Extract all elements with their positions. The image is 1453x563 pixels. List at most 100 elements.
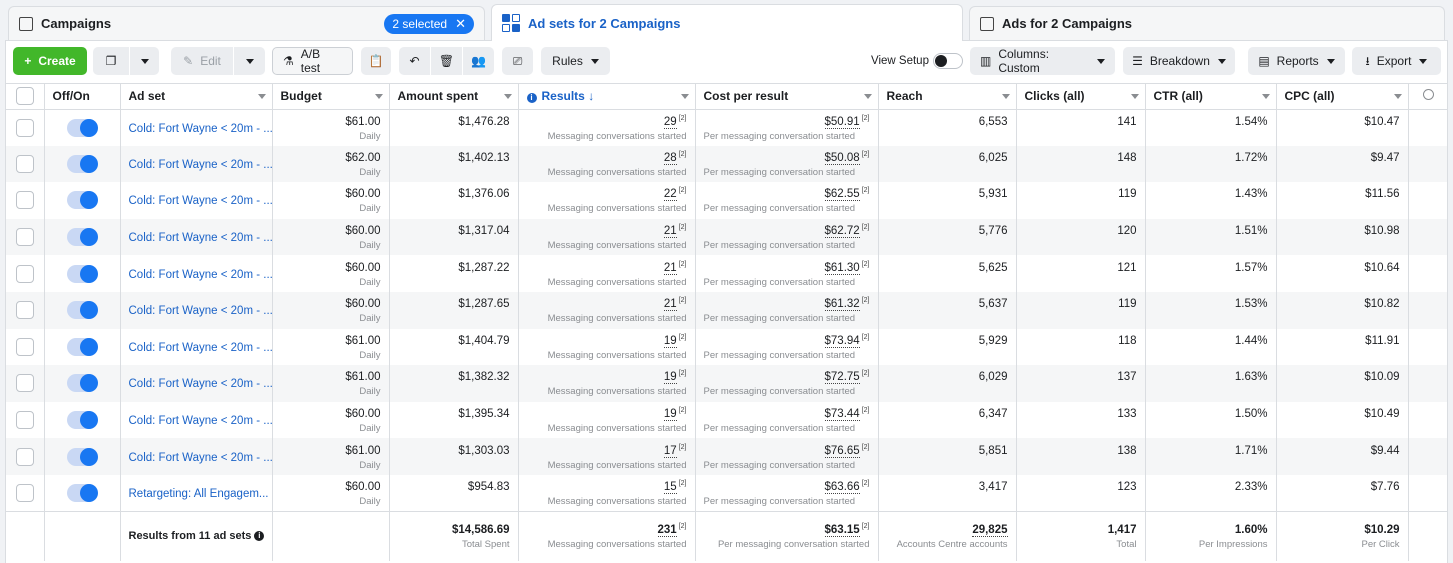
adset-name-link[interactable]: Cold: Fort Wayne < 20m - ... [129,269,273,281]
adset-name-link[interactable]: Cold: Fort Wayne < 20m - ... [129,195,273,207]
table-row[interactable]: Cold: Fort Wayne < 20m - ... $60.00 Daily $… [6,255,1447,292]
col-header-reach[interactable]: Reach [878,84,1017,110]
col-header-amount-spent[interactable]: Amount spent [389,84,519,110]
row-toggle-cell[interactable] [44,109,121,146]
row-select-cell[interactable] [6,255,45,292]
budget-cell[interactable]: $60.00 Daily [272,474,390,512]
adset-on-off-toggle[interactable] [67,447,98,466]
adset-name-link[interactable]: Cold: Fort Wayne < 20m - ... [129,123,273,135]
row-toggle-cell[interactable] [44,182,121,219]
row-select-cell[interactable] [6,474,45,512]
adset-on-off-toggle[interactable] [67,154,98,173]
table-row[interactable]: Cold: Fort Wayne < 20m - ... $61.00 Daily $… [6,365,1447,402]
adset-name-cell[interactable]: Cold: Fort Wayne < 20m - ... [120,255,273,292]
table-row[interactable]: Cold: Fort Wayne < 20m - ... $60.00 Daily $… [6,218,1447,256]
undo-button[interactable]: ↶ [399,47,430,75]
adset-on-off-toggle[interactable] [67,301,98,320]
row-checkbox[interactable] [15,228,34,247]
table-row[interactable]: Cold: Fort Wayne < 20m - ... $60.00 Daily $… [6,291,1447,329]
adset-name-cell[interactable]: Cold: Fort Wayne < 20m - ... [120,401,273,439]
adset-on-off-toggle[interactable] [67,374,98,393]
budget-cell[interactable]: $62.00 Daily [272,145,390,183]
breakdown-button[interactable]: ☰ Breakdown [1123,47,1235,75]
col-header-budget[interactable]: Budget [272,84,390,110]
edit-button[interactable]: ✎ Edit [171,47,233,75]
budget-cell[interactable]: $61.00 Daily [272,365,390,402]
cost-per-result-value[interactable]: $72.75 [824,371,860,385]
row-select-cell[interactable] [6,291,45,329]
results-value[interactable]: 21 [663,261,677,275]
budget-cell[interactable]: $60.00 Daily [272,182,390,219]
row-select-cell[interactable] [6,109,45,146]
row-checkbox[interactable] [15,447,34,466]
info-icon[interactable]: i [526,93,537,104]
results-value[interactable]: 21 [663,298,677,312]
row-select-cell[interactable] [6,182,45,219]
adset-on-off-toggle[interactable] [67,483,98,502]
results-value[interactable]: 21 [663,225,677,239]
adset-on-off-toggle[interactable] [67,228,98,247]
budget-cell[interactable]: $60.00 Daily [272,291,390,329]
delete-button[interactable]: 🗑 [431,47,462,75]
row-select-cell[interactable] [6,438,45,475]
row-checkbox[interactable] [15,374,34,393]
totals-results-value[interactable]: 231 [657,524,677,538]
adset-on-off-toggle[interactable] [67,191,98,210]
row-select-cell[interactable] [6,218,45,256]
row-toggle-cell[interactable] [44,401,121,439]
budget-cell[interactable]: $61.00 Daily [272,438,390,475]
budget-cell[interactable]: $60.00 Daily [272,218,390,256]
cost-per-result-value[interactable]: $61.30 [824,261,860,275]
cost-per-result-value[interactable]: $50.91 [824,115,860,129]
adset-name-link[interactable]: Cold: Fort Wayne < 20m - ... [129,305,273,317]
close-icon[interactable]: ✕ [455,16,466,32]
adset-name-cell[interactable]: Cold: Fort Wayne < 20m - ... [120,438,273,475]
budget-cell[interactable]: $60.00 Daily [272,255,390,292]
col-header-adset[interactable]: Ad set [120,84,273,110]
adset-name-link[interactable]: Cold: Fort Wayne < 20m - ... [129,342,273,354]
col-header-ctr[interactable]: CTR (all) [1145,84,1277,110]
adset-name-link[interactable]: Cold: Fort Wayne < 20m - ... [129,159,273,171]
row-checkbox[interactable] [15,411,34,430]
col-header-results[interactable]: i Results ↓ [518,84,696,110]
budget-cell[interactable]: $60.00 Daily [272,401,390,439]
clipboard-button[interactable]: 📋 [361,47,391,75]
tab-adsets[interactable]: Ad sets for 2 Campaigns [491,4,963,41]
cost-per-result-value[interactable]: $76.65 [824,444,860,458]
select-all-header[interactable] [6,84,45,110]
row-checkbox[interactable] [15,118,34,137]
row-checkbox[interactable] [15,191,34,210]
add-column-header[interactable] [1408,84,1447,110]
duplicate-dropdown-button[interactable] [130,47,159,75]
adset-name-link[interactable]: Cold: Fort Wayne < 20m - ... [129,232,273,244]
row-toggle-cell[interactable] [44,328,121,366]
row-toggle-cell[interactable] [44,291,121,329]
info-icon[interactable]: i [254,531,265,542]
audience-button[interactable]: 👥 [463,47,494,75]
table-row[interactable]: Cold: Fort Wayne < 20m - ... $61.00 Daily $… [6,438,1447,475]
adset-name-link[interactable]: Cold: Fort Wayne < 20m - ... [129,378,273,390]
totals-reach-value[interactable]: 29,825 [972,524,1008,538]
table-row[interactable]: Cold: Fort Wayne < 20m - ... $61.00 Daily $… [6,328,1447,366]
adset-name-cell[interactable]: Cold: Fort Wayne < 20m - ... [120,218,273,256]
view-setup-toggle[interactable] [933,53,963,69]
adset-name-cell[interactable]: Cold: Fort Wayne < 20m - ... [120,365,273,402]
row-checkbox[interactable] [15,154,34,173]
results-value[interactable]: 29 [663,115,677,129]
cost-per-result-value[interactable]: $73.94 [824,334,860,348]
tab-ads[interactable]: Ads for 2 Campaigns [969,6,1445,40]
row-toggle-cell[interactable] [44,255,121,292]
budget-cell[interactable]: $61.00 Daily [272,328,390,366]
adset-name-link[interactable]: Cold: Fort Wayne < 20m - ... [129,452,273,464]
adset-name-cell[interactable]: Cold: Fort Wayne < 20m - ... [120,328,273,366]
results-value[interactable]: 15 [663,480,677,494]
adset-name-cell[interactable]: Cold: Fort Wayne < 20m - ... [120,182,273,219]
cost-per-result-value[interactable]: $73.44 [824,408,860,422]
table-row[interactable]: Cold: Fort Wayne < 20m - ... $60.00 Daily $… [6,182,1447,219]
table-row[interactable]: Cold: Fort Wayne < 20m - ... $62.00 Daily $… [6,145,1447,183]
adset-name-cell[interactable]: Cold: Fort Wayne < 20m - ... [120,291,273,329]
row-toggle-cell[interactable] [44,145,121,183]
row-toggle-cell[interactable] [44,218,121,256]
adset-name-cell[interactable]: Cold: Fort Wayne < 20m - ... [120,145,273,183]
row-toggle-cell[interactable] [44,474,121,512]
